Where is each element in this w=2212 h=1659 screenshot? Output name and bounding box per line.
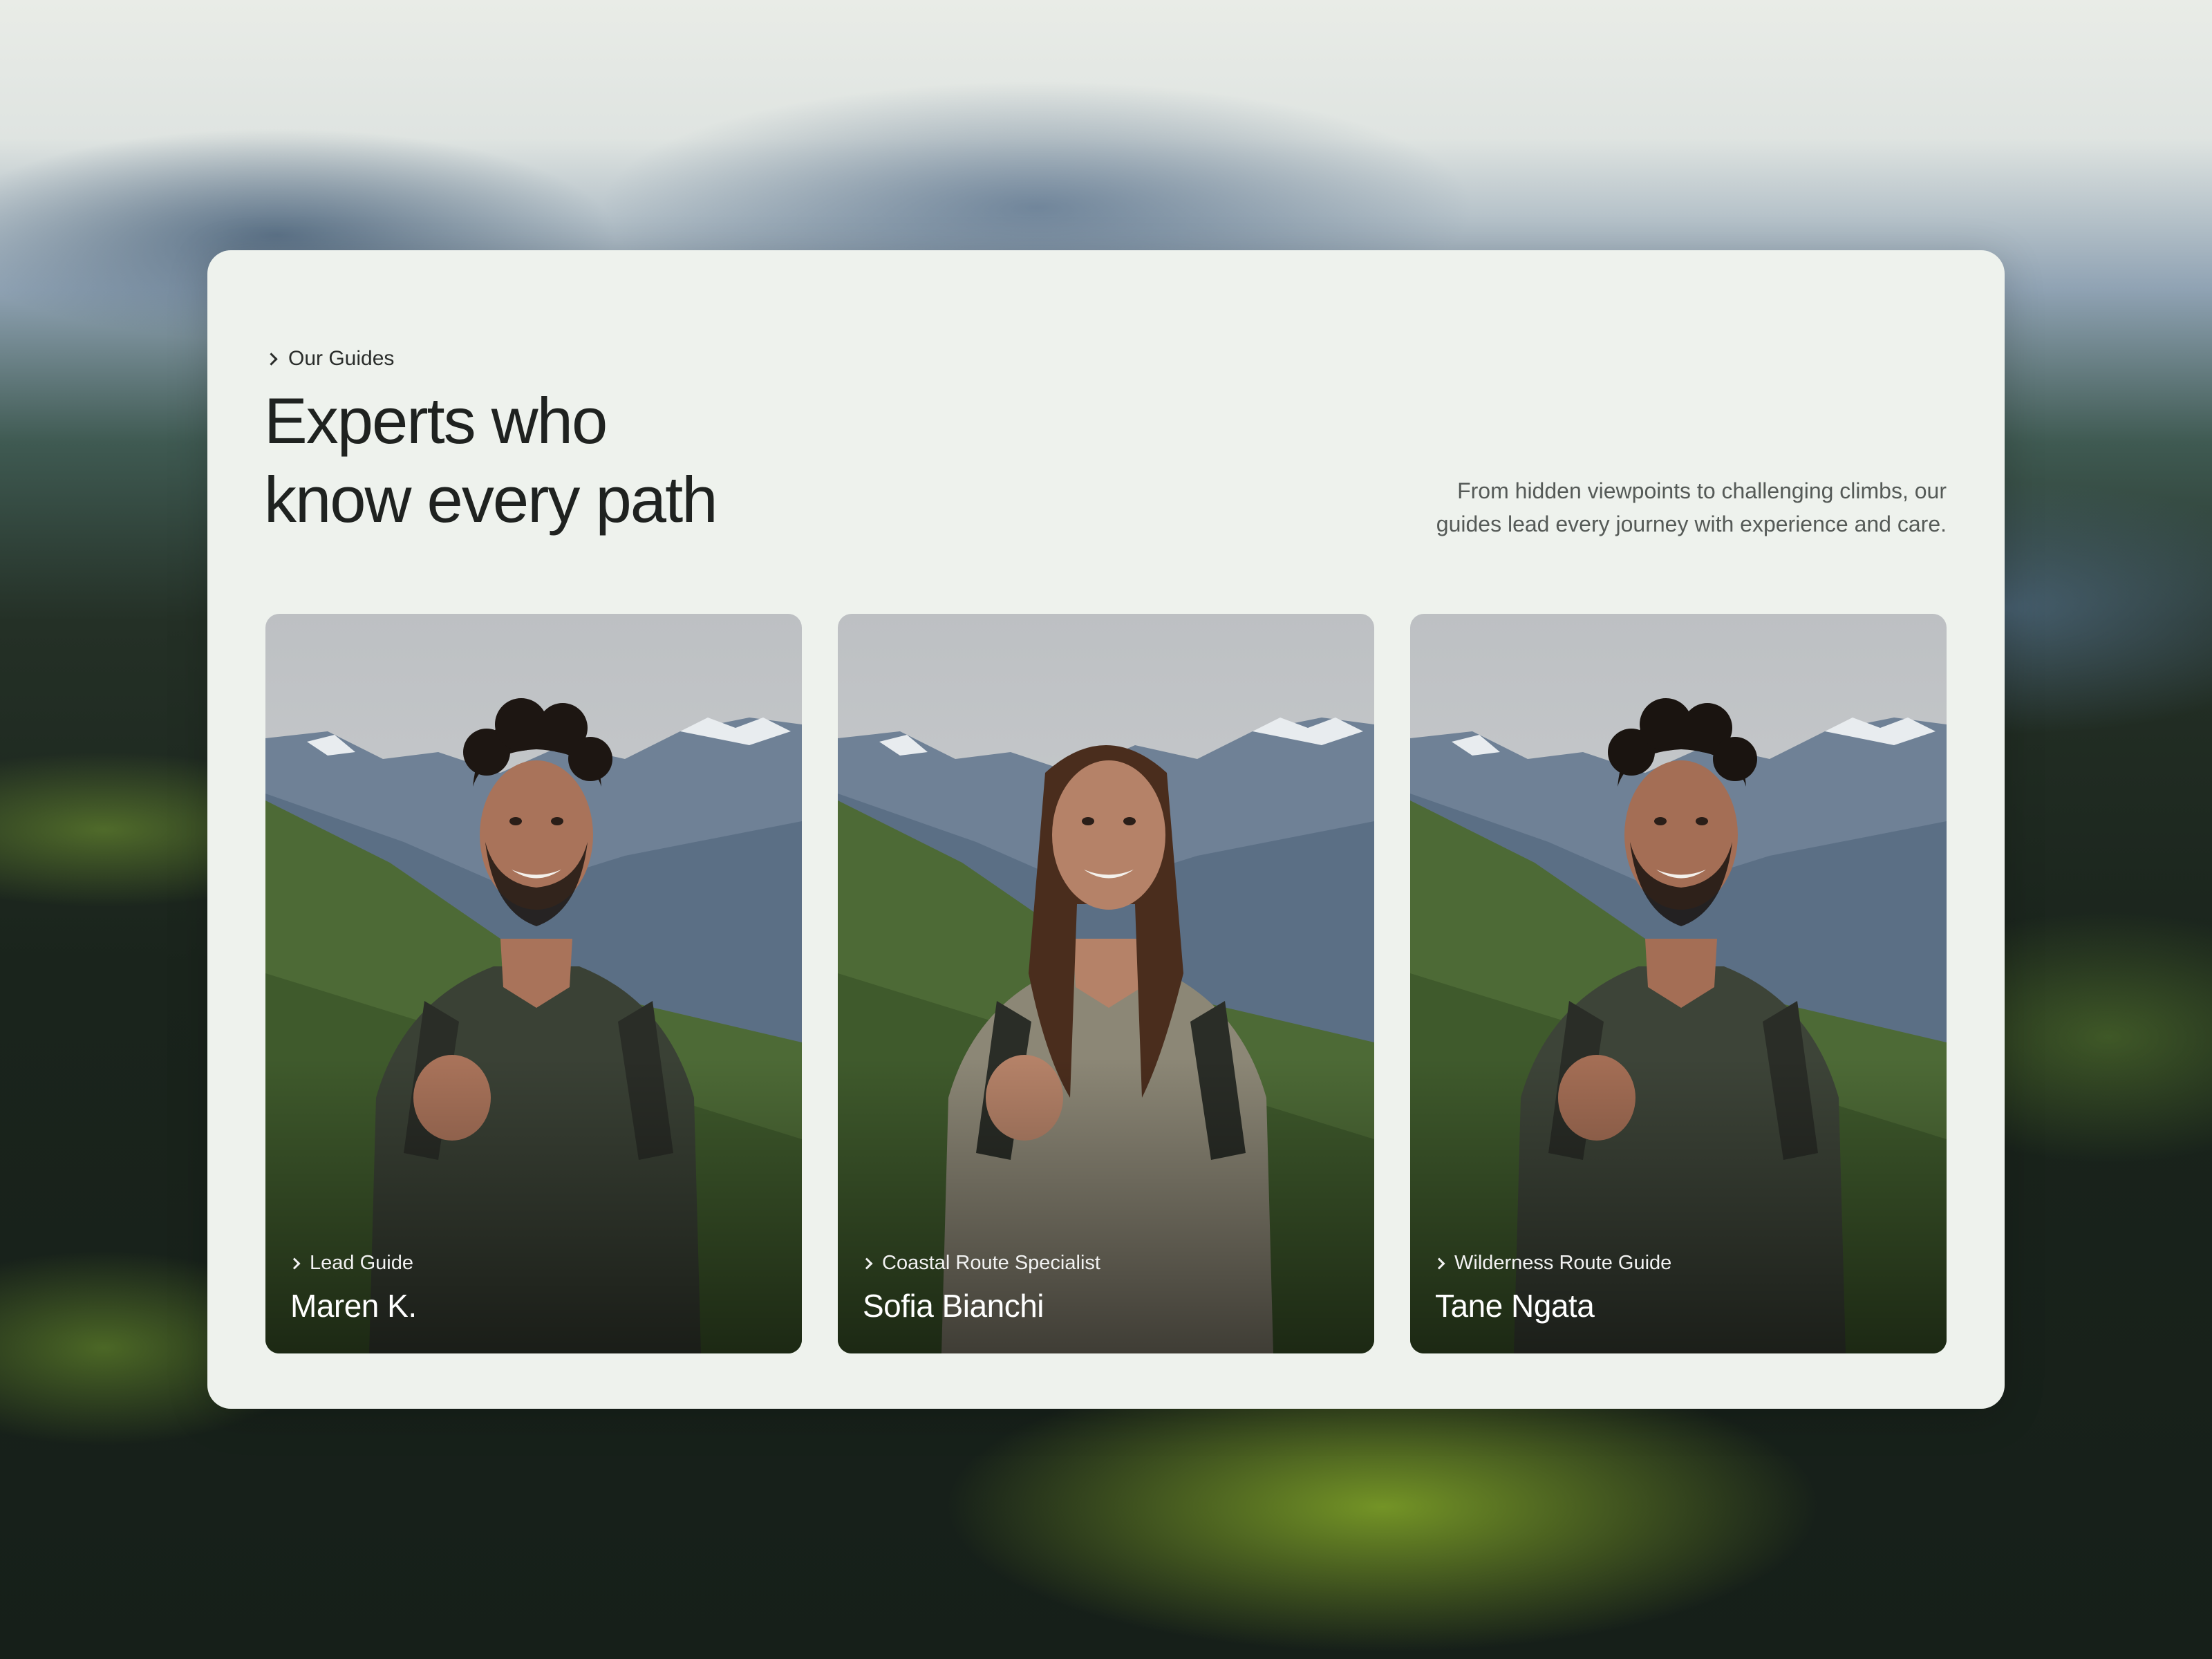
guide-role: Lead Guide [288, 1252, 417, 1275]
headline-line-2: know every path [264, 463, 718, 536]
section-intro: From hidden viewpoints to challenging cl… [1380, 474, 1947, 541]
guide-card-caption: Coastal Route Specialist Sofia Bianchi [861, 1252, 1100, 1324]
guides-section-panel: Our Guides Experts who know every path F… [207, 250, 2005, 1409]
guide-role: Coastal Route Specialist [861, 1252, 1100, 1275]
guide-card-caption: Wilderness Route Guide Tane Ngata [1433, 1252, 1672, 1324]
chevron-right-icon [861, 1257, 873, 1269]
intro-line-1: From hidden viewpoints to challenging cl… [1457, 478, 1947, 503]
guide-name: Maren K. [290, 1288, 417, 1324]
guide-card-caption: Lead Guide Maren K. [288, 1252, 417, 1324]
guide-name: Sofia Bianchi [863, 1288, 1044, 1324]
guide-card[interactable]: Lead Guide Maren K. [265, 614, 802, 1353]
chevron-right-icon [1433, 1257, 1445, 1269]
chevron-right-icon [265, 352, 278, 366]
guide-card[interactable]: Coastal Route Specialist Sofia Bianchi [838, 614, 1374, 1353]
guide-photo [838, 614, 1374, 1353]
chevron-right-icon [288, 1257, 301, 1269]
guide-role-label: Coastal Route Specialist [882, 1252, 1100, 1274]
section-headline: Experts who know every path [264, 382, 718, 539]
guide-name: Tane Ngata [1435, 1288, 1595, 1324]
intro-line-2: guides lead every journey with experienc… [1436, 512, 1947, 536]
guide-role-label: Wilderness Route Guide [1454, 1252, 1672, 1274]
guide-card[interactable]: Wilderness Route Guide Tane Ngata [1410, 614, 1947, 1353]
headline-line-1: Experts who [264, 384, 608, 457]
section-eyebrow: Our Guides [265, 347, 395, 371]
eyebrow-label: Our Guides [288, 347, 395, 370]
guide-role-label: Lead Guide [310, 1252, 413, 1274]
guide-photo [265, 614, 802, 1353]
guide-photo [1410, 614, 1947, 1353]
guide-cards: Lead Guide Maren K. Coastal Route Specia… [265, 614, 1947, 1353]
guide-role: Wilderness Route Guide [1433, 1252, 1672, 1275]
